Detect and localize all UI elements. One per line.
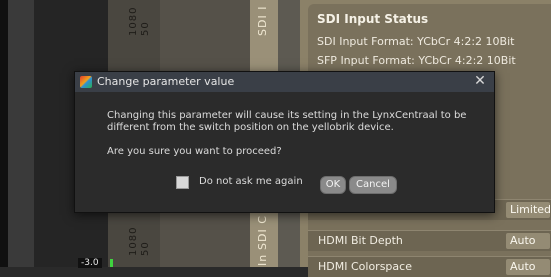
setting-label: HDMI Bit Depth [318,234,403,247]
setting-dropdown[interactable]: Auto [506,233,550,249]
app-icon [80,76,92,88]
edge-strip [0,0,8,267]
ok-button[interactable]: OK [320,176,346,194]
setting-dropdown[interactable]: Limited [506,202,550,218]
dialog-question: Are you sure you want to proceed? [107,146,282,157]
sfp-input-format: SFP Input Format: YCbCr 4:2:2 10Bit [317,54,516,67]
do-not-ask-label[interactable]: Do not ask me again [199,176,303,187]
level-indicator [110,259,113,267]
rate-tag: 50 [140,241,151,256]
close-icon[interactable]: ✕ [472,73,488,89]
resolution-tag: 1080 [128,226,139,256]
rate-tag: 50 [140,21,151,36]
setting-dropdown[interactable]: Auto [506,259,550,275]
dialog-title: Change parameter value [97,75,235,88]
resolution-tag: 1080 [128,6,139,36]
dialog-titlebar[interactable]: Change parameter value ✕ [75,72,494,92]
sdi-input-format: SDI Input Format: YCbCr 4:2:2 10Bit [317,35,515,48]
confirm-dialog: Change parameter value ✕ Changing this p… [74,71,495,213]
setting-row: HDMI Bit Depth Auto [308,230,551,251]
left-column [8,0,34,267]
dialog-message: Changing this parameter will cause its s… [107,110,467,133]
sdi-port-label: SDI C [256,215,269,250]
cancel-button[interactable]: Cancel [349,176,397,194]
input-label: In [256,253,269,266]
do-not-ask-checkbox[interactable] [176,176,189,189]
sdi-port-label: SDI I [256,5,269,36]
status-title: SDI Input Status [317,12,429,26]
